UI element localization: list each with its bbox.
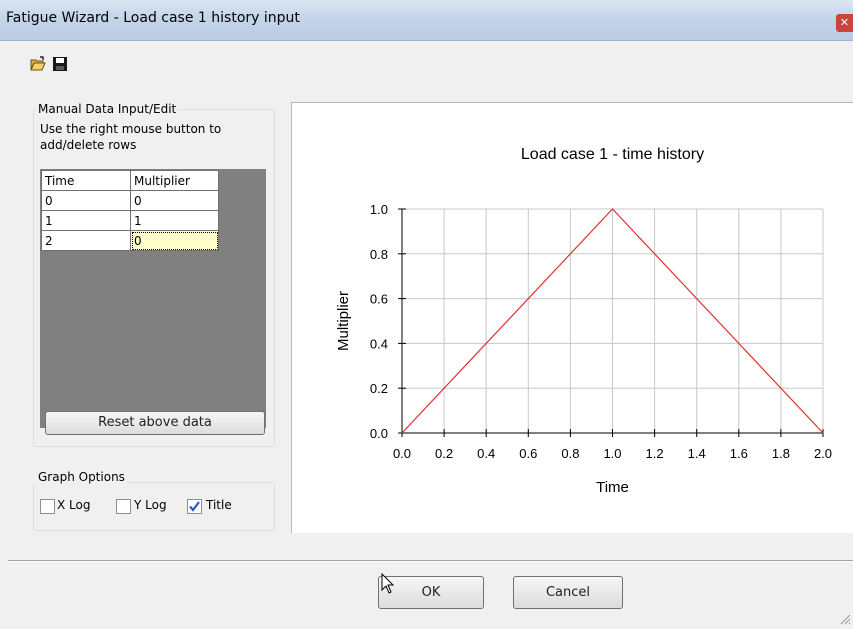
x-tick-label: 0.6 [519, 446, 537, 461]
table-row: 1 1 [41, 210, 219, 231]
grid-cell[interactable]: 1 [41, 210, 131, 231]
xlog-label: X Log [57, 498, 91, 512]
hint-text: Use the right mouse button to add/delete… [40, 122, 222, 152]
y-tick-label: 1.0 [370, 202, 388, 217]
grid-cell-active[interactable]: 0 [130, 230, 219, 251]
x-tick-label: 0.8 [561, 446, 579, 461]
column-header-time[interactable]: Time [41, 170, 131, 191]
reset-data-button[interactable]: Reset above data [45, 411, 265, 435]
close-icon[interactable]: ✕ [836, 14, 853, 32]
title-bar: Fatigue Wizard - Load case 1 history inp… [0, 0, 853, 41]
x-tick-label: 1.6 [730, 446, 748, 461]
x-tick-label: 2.0 [814, 446, 832, 461]
ylog-label: Y Log [134, 498, 167, 512]
grid-header-row: Time Multiplier [41, 170, 219, 191]
table-row: 2 0 [41, 230, 219, 251]
table-row: 0 0 [41, 190, 219, 211]
save-icon[interactable] [52, 56, 68, 72]
xlog-checkbox[interactable] [40, 499, 55, 514]
resize-grip-icon[interactable] [838, 612, 851, 625]
x-tick-label: 1.0 [603, 446, 621, 461]
plot-panel: Load case 1 - time history 0.0 0.2 0.4 0.6 0.… [291, 102, 853, 533]
chart-title: Load case 1 - time history [521, 146, 704, 163]
graph-options-label: Graph Options [36, 470, 127, 484]
time-history-chart: Load case 1 - time history 0.0 0.2 0.4 0.6 0.… [335, 146, 832, 496]
grid-cell[interactable]: 0 [41, 190, 131, 211]
grid-cell[interactable]: 0 [130, 190, 219, 211]
grid-cell[interactable]: 2 [41, 230, 131, 251]
y-tick-label: 0.8 [370, 247, 388, 262]
window-title: Fatigue Wizard - Load case 1 history inp… [6, 10, 300, 26]
y-tick-label: 0.0 [370, 426, 388, 441]
x-tick-label: 0.0 [393, 446, 411, 461]
x-axis-label: Time [596, 479, 629, 496]
x-tick-label: 0.4 [477, 446, 495, 461]
manual-data-group-label: Manual Data Input/Edit [36, 102, 179, 116]
grid-cell[interactable]: 1 [130, 210, 219, 231]
ylog-checkbox[interactable] [116, 499, 131, 514]
title-label: Title [206, 498, 232, 512]
data-grid[interactable]: Time Multiplier 0 0 1 1 2 0 [41, 170, 219, 251]
mouse-cursor-icon [381, 573, 395, 594]
y-tick-label: 0.2 [370, 381, 388, 396]
separator [8, 560, 853, 562]
x-tick-label: 1.8 [772, 446, 790, 461]
title-checkbox[interactable] [187, 499, 202, 514]
x-tick-label: 1.4 [688, 446, 706, 461]
cancel-button[interactable]: Cancel [513, 576, 623, 609]
x-tick-label: 1.2 [646, 446, 664, 461]
column-header-multiplier[interactable]: Multiplier [130, 170, 219, 191]
open-folder-icon[interactable] [30, 56, 46, 72]
y-tick-label: 0.6 [370, 292, 388, 307]
checkmark-icon [189, 501, 200, 512]
x-tick-label: 0.2 [435, 446, 453, 461]
y-tick-label: 0.4 [370, 336, 388, 351]
y-axis-label: Multiplier [335, 291, 352, 351]
